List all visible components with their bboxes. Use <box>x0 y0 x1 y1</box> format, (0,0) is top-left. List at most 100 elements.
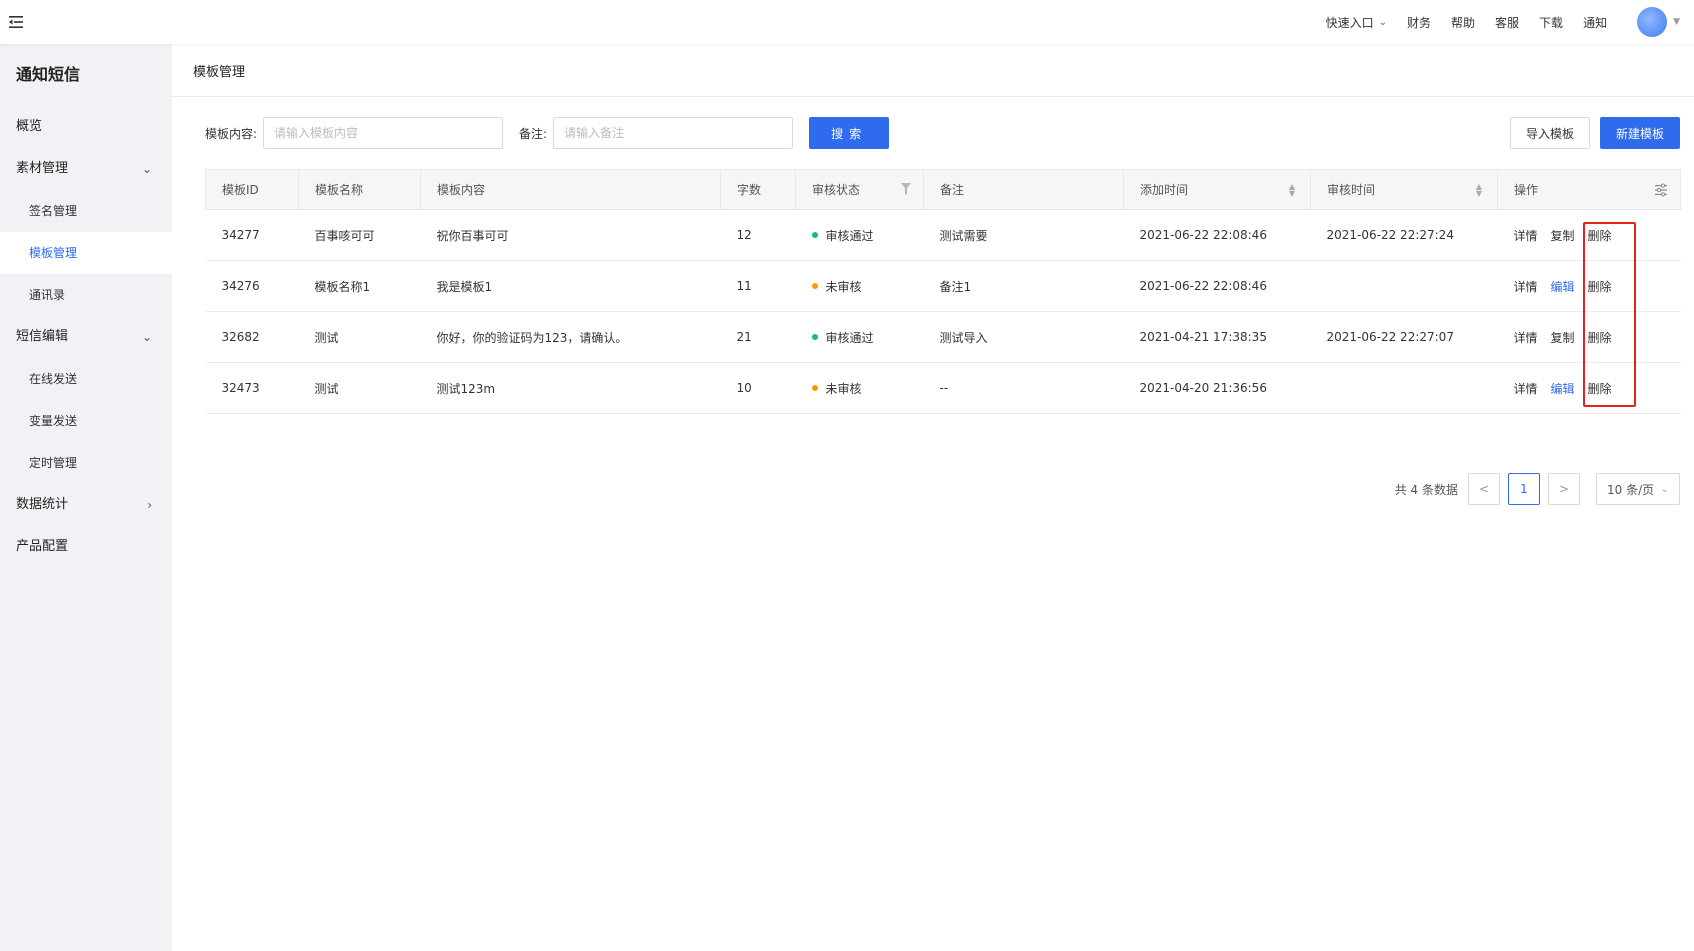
col-header-content: 模板内容 <box>420 169 721 210</box>
cell-id: 32682 <box>205 311 299 363</box>
delete-action[interactable]: 删除 <box>1588 382 1612 396</box>
column-settings-icon[interactable] <box>1654 183 1668 197</box>
cell-status: 未审核 <box>795 260 924 312</box>
detail-action[interactable]: 详情 <box>1514 331 1538 345</box>
sidebar-item-scheduled[interactable]: 定时管理 <box>0 442 172 484</box>
remark-input[interactable] <box>553 117 794 149</box>
cell-name: 百事咳可可 <box>298 209 421 261</box>
table-row: 34276 模板名称1 我是模板1 11 未审核 备注1 2021-06-22 22:08:… <box>205 260 1681 312</box>
detail-action[interactable]: 详情 <box>1514 229 1538 243</box>
status-dot-icon <box>811 334 818 340</box>
nav-finance[interactable]: 财务 <box>1407 14 1431 31</box>
sidebar-item-materials[interactable]: 素材管理 ⌄ <box>0 148 172 190</box>
nav-notifications[interactable]: 通知 <box>1583 14 1607 31</box>
copy-action[interactable]: 复制 <box>1551 229 1575 243</box>
cell-name: 模板名称1 <box>298 260 421 312</box>
cell-count: 21 <box>720 311 796 363</box>
sidebar: 通知短信 概览 素材管理 ⌄ 签名管理 模板管理 通讯录 短信编辑 ⌄ 在线发送 变… <box>0 44 172 951</box>
delete-action[interactable]: 删除 <box>1588 280 1612 294</box>
table-row: 34277 百事咳可可 祝你百事可可 12 审核通过 测试需要 2021-06-22 22:… <box>205 209 1681 261</box>
col-header-count: 字数 <box>720 169 796 210</box>
col-header-label: 添加时间 <box>1140 183 1189 197</box>
sidebar-item-label: 概览 <box>16 119 43 134</box>
pagination-total: 共 4 条数据 <box>1394 482 1458 497</box>
page-button[interactable]: 1 <box>1508 473 1540 505</box>
detail-action[interactable]: 详情 <box>1514 280 1538 294</box>
cell-content: 祝你百事可可 <box>420 209 721 261</box>
import-template-button[interactable]: 导入模板 <box>1510 117 1590 149</box>
cell-status: 审核通过 <box>795 209 924 261</box>
next-page-button[interactable]: > <box>1548 473 1580 505</box>
avatar[interactable] <box>1637 7 1668 37</box>
app-title: 通知短信 <box>16 65 81 84</box>
nav-help[interactable]: 帮助 <box>1451 14 1475 31</box>
edit-action[interactable]: 编辑 <box>1551 382 1575 396</box>
delete-action[interactable]: 删除 <box>1588 331 1612 345</box>
status-text: 未审核 <box>825 381 862 396</box>
sidebar-item-sms-edit[interactable]: 短信编辑 ⌄ <box>0 316 172 358</box>
cell-id: 32473 <box>205 362 299 414</box>
table-header-row: 模板ID 模板名称 模板内容 字数 审核状态 备注 添加时间 ▲ ▼ 审核时间 ▲… <box>205 169 1681 210</box>
cell-count: 12 <box>720 209 796 261</box>
cell-count: 10 <box>720 362 796 414</box>
prev-page-button[interactable]: < <box>1468 473 1500 505</box>
template-table: 模板ID 模板名称 模板内容 字数 审核状态 备注 添加时间 ▲ ▼ 审核时间 ▲… <box>205 169 1681 414</box>
filter-icon[interactable] <box>901 183 911 195</box>
breadcrumb: 模板管理 <box>172 44 1694 97</box>
detail-action[interactable]: 详情 <box>1514 382 1538 396</box>
chevron-left-icon: < <box>1478 482 1490 496</box>
cell-name: 测试 <box>298 311 421 363</box>
nav-download[interactable]: 下载 <box>1539 14 1563 31</box>
pagination: 共 4 条数据 < 1 > 10 条/页 ⌄ <box>1395 473 1680 505</box>
delete-action[interactable]: 删除 <box>1588 229 1612 243</box>
cell-actions: 详情 编辑 删除 <box>1497 362 1681 414</box>
template-content-label: 模板内容: <box>205 126 258 141</box>
cell-remark: 备注1 <box>923 260 1124 312</box>
quick-entry-menu[interactable]: 快速入口 ⌄ <box>1326 14 1387 31</box>
top-bar: 快速入口 ⌄ 财务 帮助 客服 下载 通知 ▼ <box>0 0 1694 44</box>
sidebar-item-statistics[interactable]: 数据统计 › <box>0 484 172 526</box>
template-content-input[interactable] <box>263 117 504 149</box>
top-nav: 快速入口 ⌄ 财务 帮助 客服 下载 通知 ▼ <box>1306 0 1680 44</box>
sidebar-item-overview[interactable]: 概览 <box>0 106 172 148</box>
sidebar-item-variable-send[interactable]: 变量发送 <box>0 400 172 442</box>
new-template-button[interactable]: 新建模板 <box>1600 117 1680 149</box>
col-header-remark: 备注 <box>923 169 1124 210</box>
menu-fold-icon[interactable] <box>6 12 26 32</box>
col-header-actions: 操作 <box>1497 169 1681 210</box>
col-header-id: 模板ID <box>205 169 299 210</box>
cell-count: 11 <box>720 260 796 312</box>
page-size-select[interactable]: 10 条/页 ⌄ <box>1596 473 1680 505</box>
sidebar-item-label: 短信编辑 <box>16 329 69 344</box>
chevron-down-icon: ⌄ <box>141 162 152 176</box>
status-text: 审核通过 <box>825 228 874 243</box>
col-header-name: 模板名称 <box>298 169 421 210</box>
cell-id: 34276 <box>205 260 299 312</box>
caret-down-icon[interactable]: ▼ <box>1673 17 1680 27</box>
cell-reviewed-time: 2021-06-22 22:27:24 <box>1310 209 1498 261</box>
sidebar-item-contacts[interactable]: 通讯录 <box>0 274 172 316</box>
sidebar-item-signatures[interactable]: 签名管理 <box>0 190 172 232</box>
chevron-down-icon: ⌄ <box>1378 16 1387 28</box>
sidebar-item-label: 素材管理 <box>16 161 69 176</box>
cell-id: 34277 <box>205 209 299 261</box>
status-text: 审核通过 <box>825 330 874 345</box>
cell-status: 审核通过 <box>795 311 924 363</box>
edit-action[interactable]: 编辑 <box>1551 280 1575 294</box>
sidebar-item-templates[interactable]: 模板管理 <box>0 232 172 274</box>
search-button[interactable]: 搜索 <box>809 117 890 149</box>
copy-action[interactable]: 复制 <box>1551 331 1575 345</box>
cell-reviewed-time: 2021-06-22 22:27:07 <box>1310 311 1498 363</box>
sidebar-item-product-config[interactable]: 产品配置 <box>0 526 172 568</box>
sidebar-item-label: 产品配置 <box>16 539 69 554</box>
nav-support[interactable]: 客服 <box>1495 14 1519 31</box>
cell-remark: -- <box>923 362 1124 414</box>
sort-icon[interactable]: ▲ ▼ <box>1475 183 1483 198</box>
cell-content: 测试123m <box>420 362 721 414</box>
chevron-right-icon: > <box>1558 482 1570 496</box>
sort-icon[interactable]: ▲ ▼ <box>1288 183 1296 198</box>
cell-actions: 详情 复制 删除 <box>1497 209 1681 261</box>
sidebar-item-online-send[interactable]: 在线发送 <box>0 358 172 400</box>
cell-actions: 详情 编辑 删除 <box>1497 260 1681 312</box>
table-row: 32473 测试 测试123m 10 未审核 -- 2021-04-20 21:36:56 详… <box>205 362 1681 414</box>
